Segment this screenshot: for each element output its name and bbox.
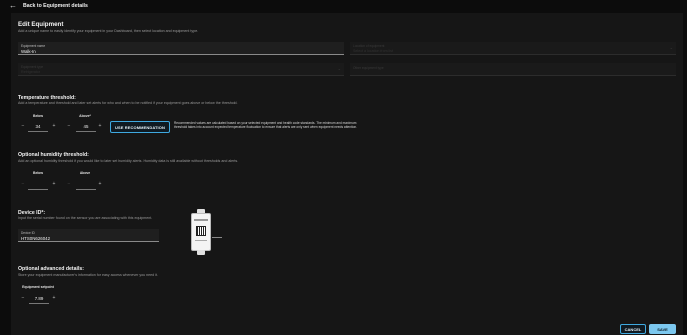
setpoint-label: Equipment setpoint (22, 285, 54, 289)
back-arrow-icon[interactable]: ← (9, 1, 17, 10)
humidity-title: Optional humidity threshold: (18, 152, 89, 158)
equipment-name-field[interactable]: Equipment name Walk-In (18, 42, 344, 55)
advanced-description: Store your equipment manufacturer's info… (18, 273, 158, 277)
recommendation-note: Recommended values are calculated based … (174, 121, 358, 130)
setpoint-value[interactable]: 7.89 (29, 296, 49, 301)
humidity-description: Add an optional humidity threshold if yo… (18, 159, 239, 163)
device-description: Input the serial number found on the sen… (18, 216, 153, 220)
equipment-name-label: Equipment name (21, 44, 46, 48)
temp-above-value[interactable]: 45 (76, 124, 96, 129)
humidity-below-label: Below (33, 171, 43, 175)
location-value: Select a location from list (353, 48, 393, 53)
location-select[interactable]: Location of equipment Select a location … (350, 42, 676, 55)
humidity-above-label: Above (79, 171, 91, 175)
temp-above-label: Above* (79, 114, 91, 118)
minus-icon[interactable]: − (20, 295, 26, 301)
chevron-down-icon: ⌄ (337, 66, 341, 71)
minus-icon[interactable]: − (66, 123, 72, 129)
plus-icon[interactable]: + (97, 123, 103, 129)
temp-above-underline (76, 131, 96, 132)
other-equipment-type-field[interactable]: Other equipment type (350, 63, 676, 76)
cancel-button[interactable]: CANCEL (620, 324, 646, 334)
temperature-description: Add a temperature and threshold and late… (18, 101, 238, 105)
top-bar: ← Back to Equipment details (0, 0, 687, 11)
plus-icon[interactable]: + (51, 181, 57, 187)
humidity-below-underline (28, 189, 48, 190)
temp-below-value[interactable]: 34 (28, 124, 48, 129)
plus-icon[interactable]: + (51, 295, 57, 301)
humidity-above-underline (76, 189, 96, 190)
edit-equipment-panel (11, 13, 683, 335)
temp-below-underline (28, 131, 48, 132)
setpoint-underline (29, 303, 49, 304)
minus-icon[interactable]: − (20, 181, 26, 187)
use-recommendation-button[interactable]: USE RECOMMENDATION (110, 121, 170, 133)
qr-code-icon (196, 226, 206, 236)
device-id-field[interactable]: Device ID HTS0N626042 (18, 229, 159, 242)
equipment-name-value: Walk-In (21, 48, 36, 54)
device-id-value: HTS0N626042 (21, 235, 51, 241)
save-button[interactable]: SAVE (649, 324, 676, 334)
page-title: Edit Equipment (18, 21, 64, 28)
equipment-type-select[interactable]: Equipment type Refrigerator ⌄ (18, 63, 344, 76)
chevron-down-icon: ⌄ (669, 45, 673, 50)
other-equipment-type-label: Other equipment type (353, 66, 384, 70)
plus-icon[interactable]: + (51, 123, 57, 129)
sensor-device-illustration (190, 209, 222, 255)
minus-icon[interactable]: − (66, 181, 72, 187)
plus-icon[interactable]: + (97, 181, 103, 187)
temp-below-label: Below (33, 114, 43, 118)
page-description: Add a unique name to easily identify you… (18, 29, 199, 33)
equipment-type-value: Refrigerator (21, 69, 40, 74)
device-id-label: Device ID (21, 231, 35, 235)
back-to-equipment-link[interactable]: Back to Equipment details (23, 3, 88, 9)
advanced-title: Optional advanced details: (18, 266, 85, 272)
location-label: Location of equipment (353, 44, 385, 48)
equipment-type-label: Equipment type (21, 65, 44, 69)
minus-icon[interactable]: − (20, 123, 26, 129)
